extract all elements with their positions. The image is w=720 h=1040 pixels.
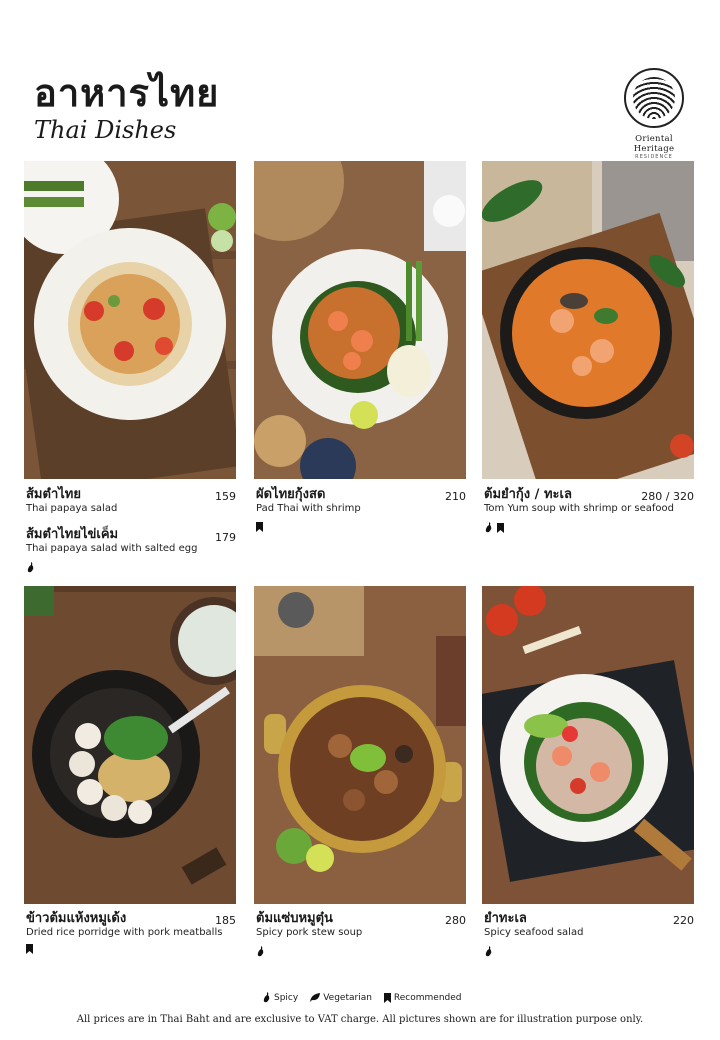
dish-item: ผัดไทยกุ้งสด Pad Thai with shrimp xyxy=(256,487,361,515)
dish-tags xyxy=(484,522,504,533)
dish-name-english: Pad Thai with shrimp xyxy=(256,503,361,514)
dish-tags xyxy=(26,562,35,573)
dish-name-english: Thai papaya salad with salted egg xyxy=(26,543,198,554)
chili-icon xyxy=(257,946,264,957)
dish-tags xyxy=(256,522,263,532)
bookmark-icon xyxy=(256,522,263,532)
legend-vegetarian: Vegetarian xyxy=(310,993,372,1003)
dish-item: ข้าวต้มแห้งหมูเด้ง Dried rice porridge w… xyxy=(26,911,222,939)
title-english: Thai Dishes xyxy=(34,116,177,144)
legend-recommended-label: Recommended xyxy=(393,992,462,1003)
bookmark-icon xyxy=(26,944,33,954)
dish-tags xyxy=(256,946,265,957)
photo-tom-yum xyxy=(482,161,694,479)
dish-name-thai: ข้าวต้มแห้งหมูเด้ง xyxy=(26,911,127,926)
chili-icon xyxy=(27,562,34,573)
title-thai: อาหารไทย xyxy=(34,70,220,115)
legend-spicy-label: Spicy xyxy=(274,992,299,1003)
dish-tags xyxy=(484,946,493,957)
footer-note: All prices are in Thai Baht and are excl… xyxy=(76,1014,644,1025)
dish-name-english: Tom Yum soup with shrimp or seafood xyxy=(484,503,674,514)
dish-price: 280 xyxy=(445,914,466,927)
dish-name-english: Dried rice porridge with pork meatballs xyxy=(26,927,223,938)
dish-item: ยำทะเล Spicy seafood salad xyxy=(484,911,583,939)
dish-item: ต้มแซ่บหมูตุ๋น Spicy pork stew soup xyxy=(256,911,362,939)
dish-price: 185 xyxy=(215,914,236,927)
dish-price: 220 xyxy=(673,914,694,927)
legend: Spicy Vegetarian Recommended xyxy=(262,992,462,1003)
dish-name-thai: ผัดไทยกุ้งสด xyxy=(256,487,326,502)
photo-seafood-salad xyxy=(482,586,694,904)
dish-name-thai: ส้มตำไทย xyxy=(26,487,81,502)
legend-recommended: Recommended xyxy=(383,992,462,1003)
dish-price: 210 xyxy=(445,490,466,503)
dish-price: 179 xyxy=(215,531,236,544)
chili-icon xyxy=(485,946,492,957)
logo: Oriental Heritage RESIDENCE xyxy=(616,68,692,160)
dish-item: ส้มตำไทยไข่เค็ม Thai papaya salad with s… xyxy=(26,527,197,555)
dish-name-thai: ส้มตำไทยไข่เค็ม xyxy=(26,527,119,542)
chili-icon xyxy=(485,522,492,533)
legend-spicy: Spicy xyxy=(262,992,298,1003)
photo-papaya-salad xyxy=(24,161,236,479)
dish-price: 159 xyxy=(215,490,236,503)
dish-name-english: Thai papaya salad xyxy=(26,503,118,514)
bookmark-icon xyxy=(383,992,391,1003)
dish-name-english: Spicy pork stew soup xyxy=(256,927,363,938)
logo-name: Oriental Heritage xyxy=(633,134,675,154)
bookmark-icon xyxy=(497,522,504,533)
dish-name-thai: ยำทะเล xyxy=(484,911,527,926)
photo-pad-thai xyxy=(254,161,466,479)
dish-name-thai: ต้มแซ่บหมูตุ๋น xyxy=(256,911,333,926)
logo-sub: RESIDENCE xyxy=(635,154,673,160)
dish-item: ส้มตำไทย Thai papaya salad xyxy=(26,487,117,515)
dish-name-english: Spicy seafood salad xyxy=(484,927,584,938)
legend-vegetarian-label: Vegetarian xyxy=(323,992,372,1003)
dish-tags xyxy=(26,944,33,954)
photo-rice-porridge xyxy=(24,586,236,904)
logo-emblem-icon xyxy=(624,68,684,128)
photo-pork-stew xyxy=(254,586,466,904)
leaf-icon xyxy=(310,993,321,1002)
chili-icon xyxy=(263,992,270,1003)
dish-price: 280 / 320 xyxy=(641,490,694,503)
